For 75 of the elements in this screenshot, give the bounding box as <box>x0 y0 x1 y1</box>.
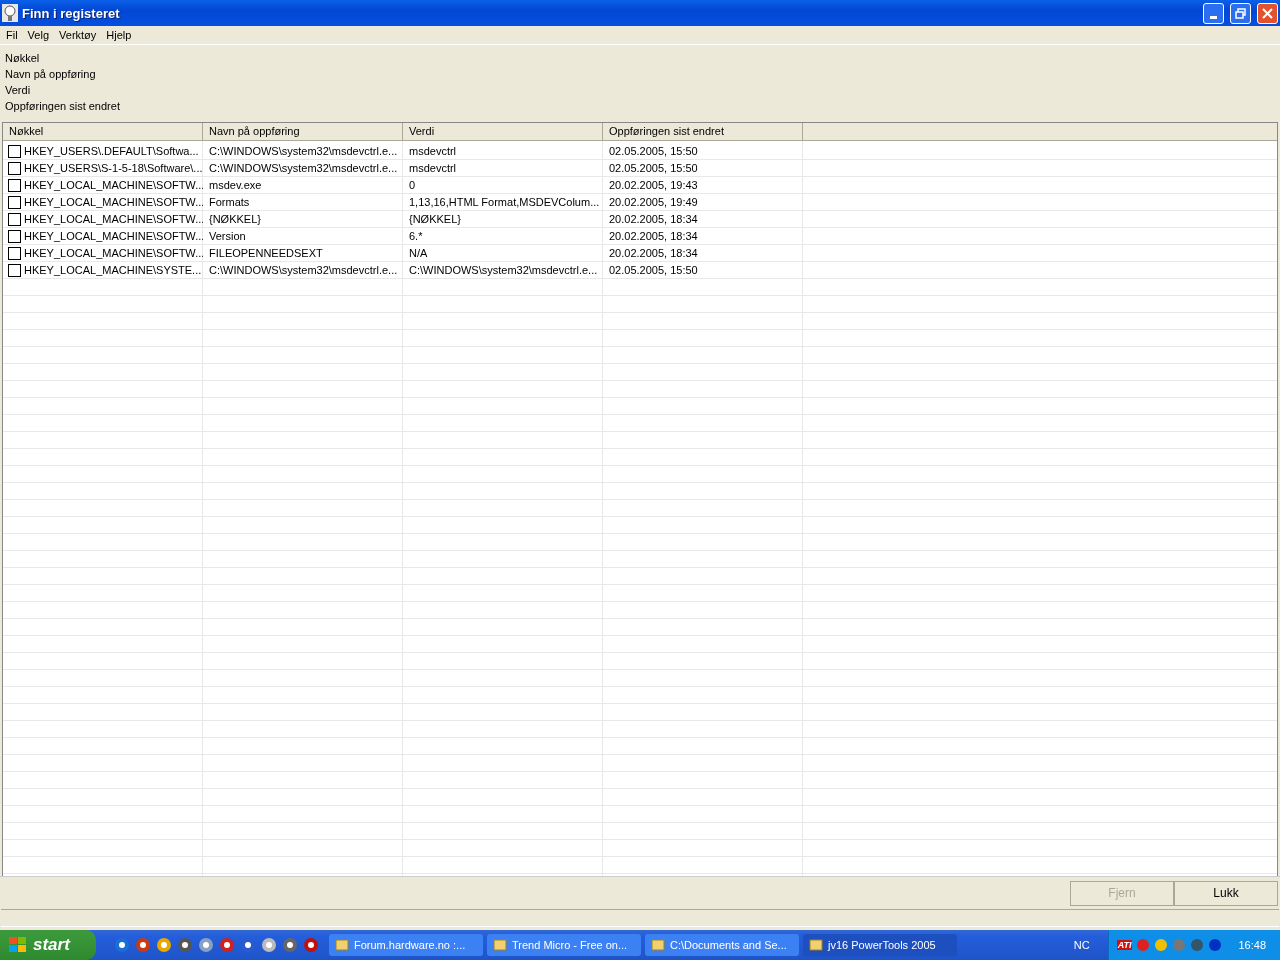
checkbox[interactable] <box>8 230 21 243</box>
window-icon <box>809 938 823 952</box>
language-indicator[interactable]: NC <box>1055 939 1108 951</box>
column-header[interactable]: Verdi <box>403 123 603 140</box>
restore-button[interactable] <box>1230 2 1251 24</box>
start-button[interactable]: start <box>0 930 96 960</box>
action-button[interactable]: Lukk <box>1174 880 1278 906</box>
table-cell-text: 20.02.2005, 19:49 <box>608 195 699 210</box>
close-icon <box>1262 7 1273 19</box>
column-header[interactable]: Oppføringen sist endret <box>603 123 803 140</box>
tray-logo[interactable]: ATI <box>1116 940 1133 950</box>
table-cell-text: HKEY_USERS\S-1-5-18\Software\... <box>24 161 203 176</box>
filter-label: Oppføringen sist endret <box>5 99 121 114</box>
column-header[interactable]: Nøkkel <box>3 123 203 140</box>
tray-icon[interactable] <box>1208 938 1223 952</box>
window-icon <box>493 938 507 952</box>
table-cell-text: 0 <box>408 178 417 193</box>
windows-logo-icon <box>8 936 28 954</box>
minimize-button[interactable] <box>1203 2 1224 24</box>
menu-item[interactable]: Fil <box>2 29 24 41</box>
checkbox[interactable] <box>8 179 21 192</box>
table-cell-text: C:\WINDOWS\system32\msdevctrl.e... <box>208 144 399 159</box>
table-cell-text: msdevctrl <box>408 161 458 176</box>
window-title: Finn i registeret <box>22 5 121 21</box>
table-cell-text: C:\WINDOWS\system32\msdevctrl.e... <box>408 263 599 278</box>
table-cell-text: HKEY_LOCAL_MACHINE\SYSTE... <box>24 263 202 278</box>
table-cell-text: 20.02.2005, 18:34 <box>608 212 699 227</box>
table-cell-text: 02.05.2005, 15:50 <box>608 161 699 176</box>
table-cell-text: {NØKKEL} <box>408 212 462 227</box>
table-cell-text: HKEY_LOCAL_MACHINE\SOFTW... <box>24 178 203 193</box>
table-cell-text: 02.05.2005, 15:50 <box>608 144 699 159</box>
checkbox[interactable] <box>8 264 21 277</box>
table-cell-text: 20.02.2005, 19:43 <box>608 178 699 193</box>
checkbox[interactable] <box>8 247 21 260</box>
checkbox[interactable] <box>8 145 21 158</box>
table-cell-text: HKEY_LOCAL_MACHINE\SOFTW... <box>24 195 203 210</box>
table-cell-text: N/A <box>408 246 429 261</box>
table-cell-text: msdev.exe <box>208 178 263 193</box>
table-cell-text: HKEY_LOCAL_MACHINE\SOFTW... <box>24 212 203 227</box>
checkbox[interactable] <box>8 196 21 209</box>
menu-item[interactable]: Verktøy <box>55 29 103 41</box>
table-cell-text: 02.05.2005, 15:50 <box>608 263 699 278</box>
table-cell-text: 1,13,16,HTML Format,MSDEVColum... <box>408 195 601 210</box>
table-cell-text: HKEY_LOCAL_MACHINE\SOFTW... <box>24 229 203 244</box>
table-cell-text: Version <box>208 229 247 244</box>
table-cell-text: 6.* <box>408 229 424 244</box>
magnifier-icon <box>2 4 18 22</box>
table-cell-text: 20.02.2005, 18:34 <box>608 229 699 244</box>
clock: 16:48 <box>1238 939 1266 951</box>
table-cell-text: 20.02.2005, 18:34 <box>608 246 699 261</box>
window-icon <box>651 938 665 952</box>
table-cell-text: C:\WINDOWS\system32\msdevctrl.e... <box>208 161 399 176</box>
filter-label: Navn på oppføring <box>5 67 97 82</box>
table-cell-text: HKEY_USERS\.DEFAULT\Softwa... <box>24 144 199 159</box>
table-cell-text: HKEY_LOCAL_MACHINE\SOFTW... <box>24 246 203 261</box>
taskbar-button[interactable]: Forum.hardware.no :... <box>329 934 483 956</box>
table-cell-text: Formats <box>208 195 251 210</box>
restore-icon <box>1235 7 1246 19</box>
minimize-icon <box>1210 15 1217 19</box>
taskbar-button[interactable]: Trend Micro - Free on... <box>487 934 641 956</box>
table-cell-text: {NØKKEL} <box>208 212 262 227</box>
taskbar-button[interactable]: C:\Documents and Se... <box>645 934 799 956</box>
table-cell-text: msdevctrl <box>408 144 458 159</box>
taskbar-button[interactable]: jv16 PowerTools 2005 <box>803 934 957 956</box>
checkbox[interactable] <box>8 162 21 175</box>
menu-item[interactable]: Hjelp <box>102 29 138 41</box>
close-button[interactable] <box>1257 2 1278 24</box>
filter-label: Nøkkel <box>5 51 41 66</box>
window-icon <box>335 938 349 952</box>
checkbox[interactable] <box>8 213 21 226</box>
column-header[interactable]: Navn på oppføring <box>203 123 403 140</box>
table-cell-text: FILEOPENNEEDSEXT <box>208 246 324 261</box>
menu-item[interactable]: Velg <box>23 29 56 41</box>
table-cell-text: C:\WINDOWS\system32\msdevctrl.e... <box>208 263 399 278</box>
filter-label: Verdi <box>5 83 32 98</box>
